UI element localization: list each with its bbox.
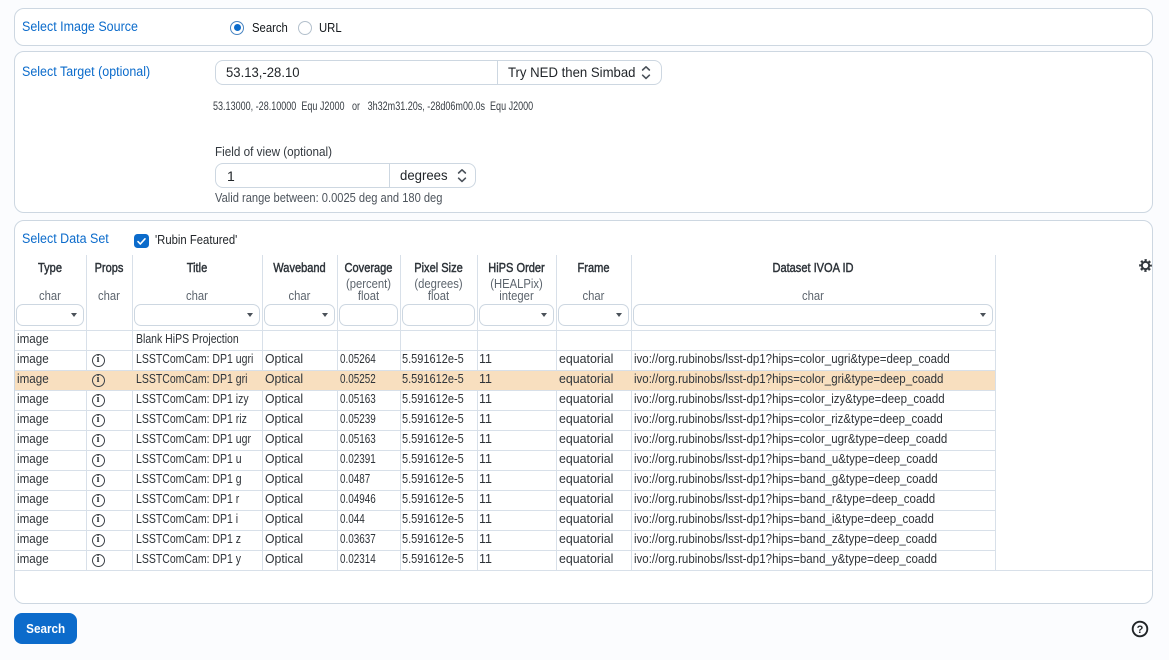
svg-text:?: ? — [1137, 624, 1144, 636]
